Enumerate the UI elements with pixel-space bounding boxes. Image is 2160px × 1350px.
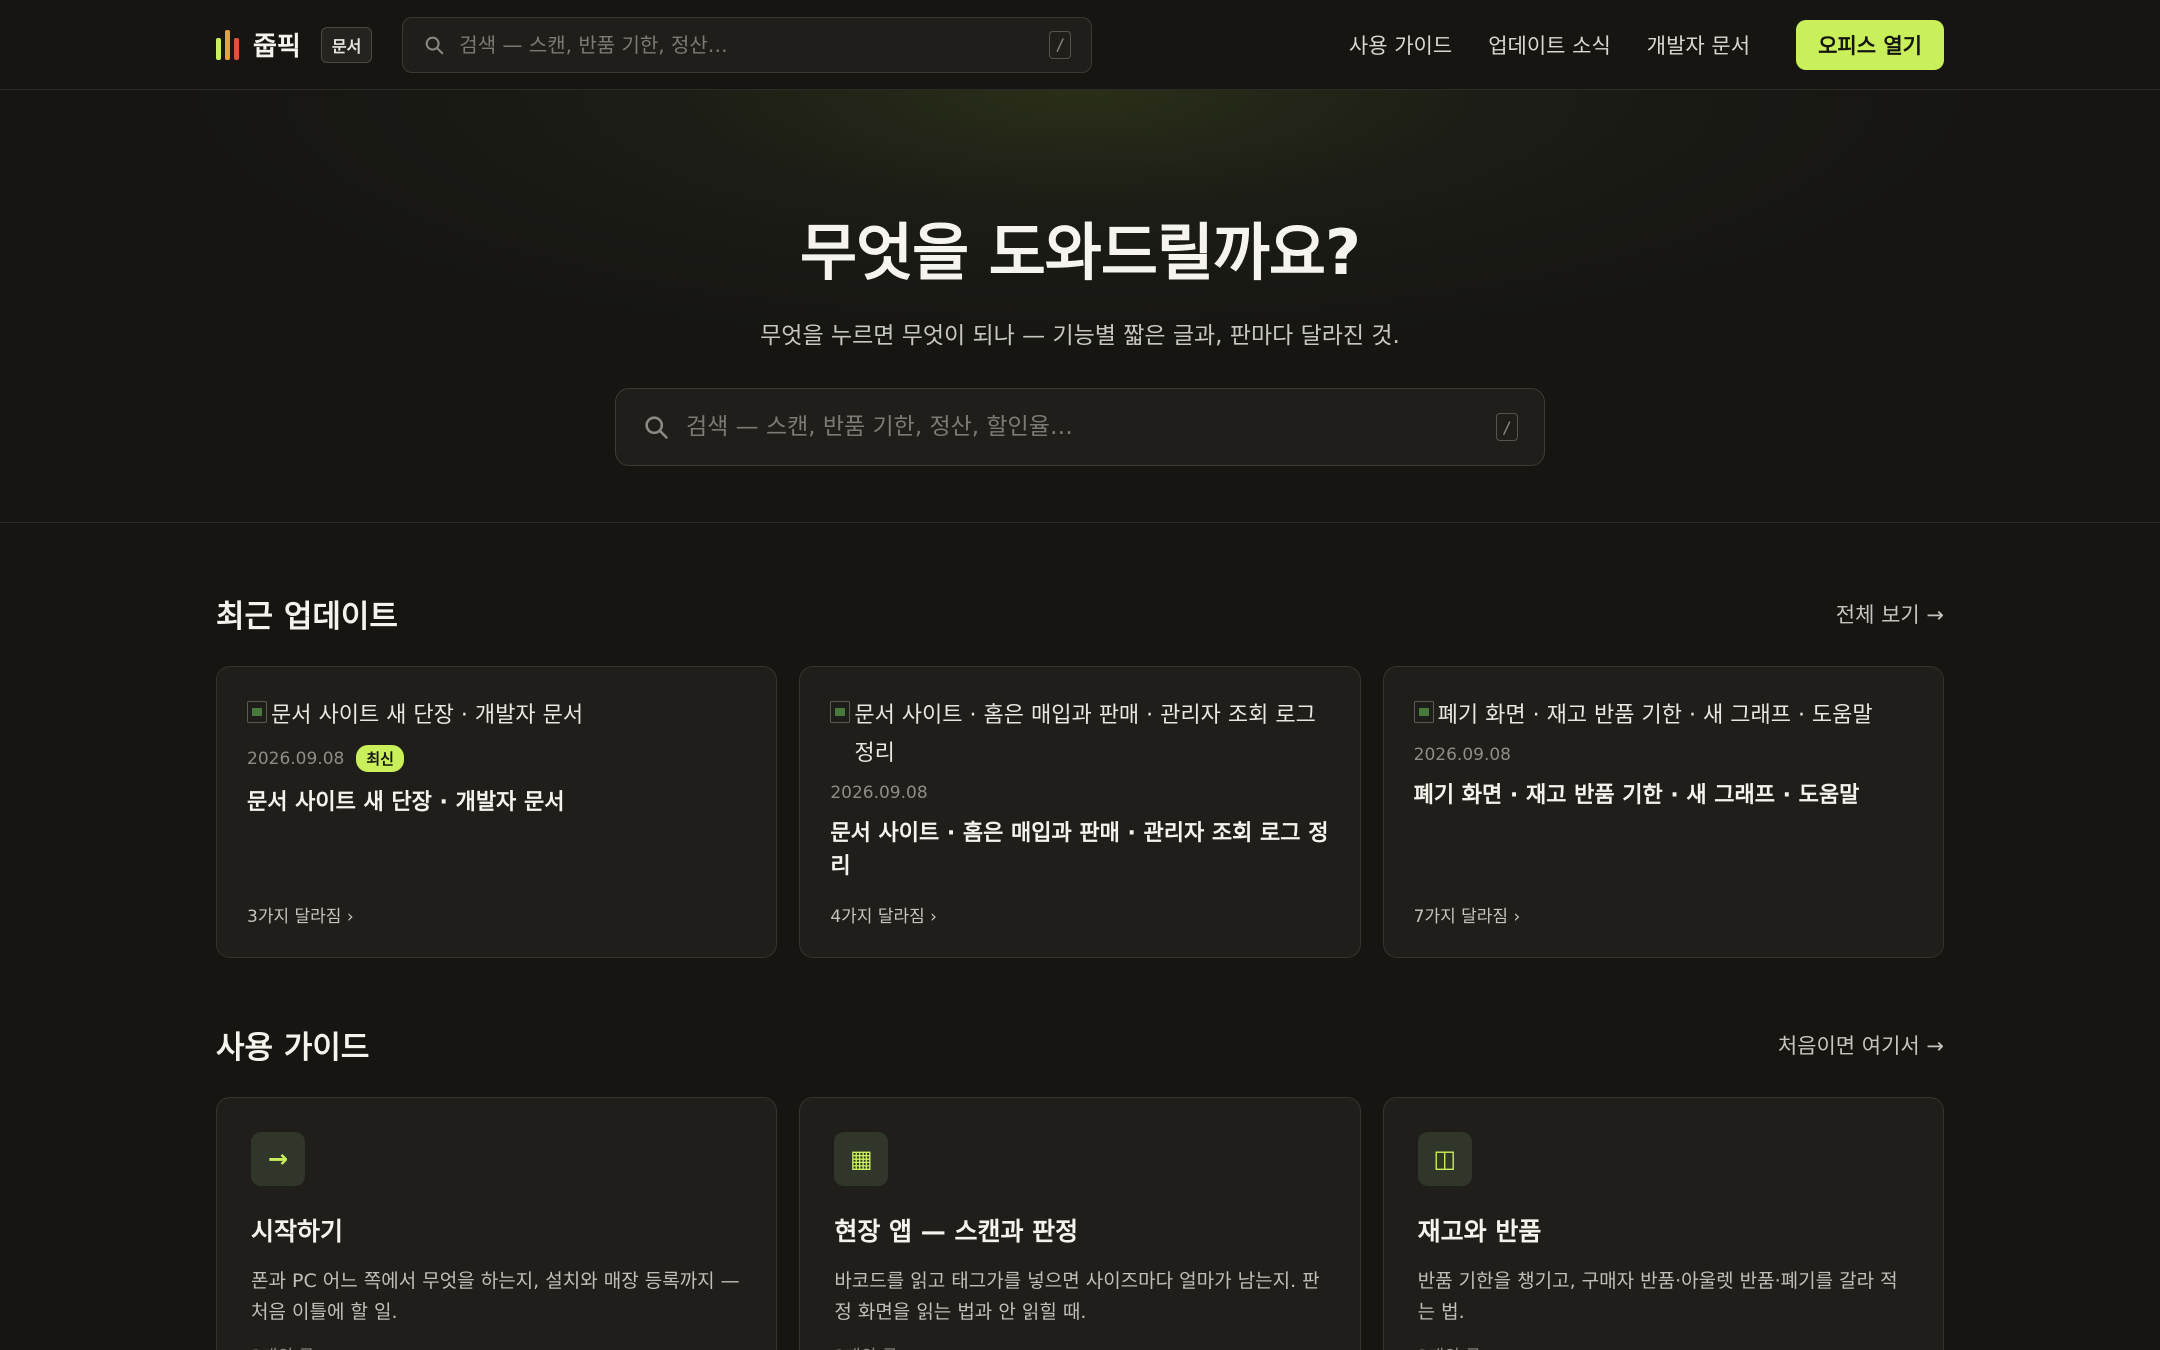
broken-image-icon xyxy=(830,701,851,723)
changes-count-link[interactable]: 7가지 달라짐 › xyxy=(1414,902,1913,927)
nav-link-updates[interactable]: 업데이트 소식 xyxy=(1488,30,1611,60)
guide-card-getting-started[interactable]: → 시작하기 폰과 PC 어느 쪽에서 무엇을 하는지, 설치와 매장 등록까지… xyxy=(216,1097,778,1350)
broken-image: 문서 사이트 · 홈은 매입과 판매 · 관리자 조회 로그 정리 xyxy=(830,697,1329,773)
recent-updates-section: 최근 업데이트 전체 보기 → 문서 사이트 새 단장 · 개발자 문서 202… xyxy=(0,591,2160,958)
image-alt-text: 폐기 화면 · 재고 반품 기한 · 새 그래프 · 도움말 xyxy=(1437,703,1873,728)
top-navigation-bar: 줍픽 문서 / 사용 가이드 업데이트 소식 개발자 문서 오피스 열기 xyxy=(0,0,2160,90)
update-date: 2026.09.08 xyxy=(1413,745,1511,765)
guide-title: 시작하기 xyxy=(251,1217,344,1246)
open-office-button[interactable]: 오피스 열기 xyxy=(1796,19,1944,70)
guide-article-count: 3개의 글 xyxy=(834,1342,1325,1350)
columns-icon: ◫ xyxy=(1417,1132,1472,1186)
hero-search-box[interactable]: / xyxy=(615,388,1545,466)
logo-bar xyxy=(234,37,239,60)
guide-description: 반품 기한을 챙기고, 구매자 반품·아울렛 반품·폐기를 갈라 적는 법. xyxy=(1417,1270,1898,1323)
update-meta: 2026.09.08 xyxy=(830,783,1329,803)
hero-title: 무엇을 도와드릴까요? xyxy=(800,216,1361,289)
brand-name: 줍픽 xyxy=(253,32,301,62)
guide-title: 재고와 반품 xyxy=(1417,1217,1542,1246)
search-icon xyxy=(425,36,444,54)
update-card[interactable]: 폐기 화면 · 재고 반품 기한 · 새 그래프 · 도움말 2026.09.0… xyxy=(1382,666,1944,958)
view-all-updates-link[interactable]: 전체 보기 → xyxy=(1836,599,1944,629)
guide-card-inventory-returns[interactable]: ◫ 재고와 반품 반품 기한을 챙기고, 구매자 반품·아울렛 반품·폐기를 갈… xyxy=(1382,1097,1944,1350)
logo-bar xyxy=(225,29,230,60)
broken-image: 폐기 화면 · 재고 반품 기한 · 새 그래프 · 도움말 xyxy=(1413,697,1913,735)
guides-grid: → 시작하기 폰과 PC 어느 쪽에서 무엇을 하는지, 설치와 매장 등록까지… xyxy=(216,1097,1944,1350)
changes-count-link[interactable]: 3가지 달라짐 › xyxy=(247,902,746,927)
nav-link-user-guide[interactable]: 사용 가이드 xyxy=(1349,30,1452,60)
header-search-input[interactable] xyxy=(459,32,1036,57)
image-alt-text: 문서 사이트 새 단장 · 개발자 문서 xyxy=(271,703,584,728)
update-meta: 2026.09.08 xyxy=(1414,745,1913,765)
search-shortcut-key: / xyxy=(1496,413,1518,441)
guide-article-count: 3개의 글 xyxy=(251,1342,742,1350)
section-title: 사용 가이드 xyxy=(216,1030,370,1066)
updates-grid: 문서 사이트 새 단장 · 개발자 문서 2026.09.08 최신 문서 사이… xyxy=(216,666,1944,958)
search-shortcut-key: / xyxy=(1049,30,1072,59)
hero-search-input[interactable] xyxy=(686,414,1480,440)
hero-subtitle: 무엇을 누르면 무엇이 되나 — 기능별 짧은 글과, 판마다 달라진 것. xyxy=(760,323,1400,349)
docs-badge: 문서 xyxy=(320,26,373,63)
update-title: 폐기 화면 · 재고 반품 기한 · 새 그래프 · 도움말 xyxy=(1413,783,1860,808)
section-title: 최근 업데이트 xyxy=(216,599,398,635)
start-here-link[interactable]: 처음이면 여기서 → xyxy=(1778,1030,1944,1060)
guide-description: 바코드를 읽고 태그가를 넣으면 사이즈마다 얼마가 남는지. 판정 화면을 읽… xyxy=(834,1270,1320,1323)
logo-bar xyxy=(216,37,221,60)
header-search-box[interactable]: / xyxy=(402,16,1093,73)
update-card[interactable]: 문서 사이트 새 단장 · 개발자 문서 2026.09.08 최신 문서 사이… xyxy=(216,666,778,958)
image-alt-text: 문서 사이트 · 홈은 매입과 판매 · 관리자 조회 로그 정리 xyxy=(854,703,1316,766)
hero-section: 무엇을 도와드릴까요? 무엇을 누르면 무엇이 되나 — 기능별 짧은 글과, … xyxy=(0,90,2160,523)
update-card[interactable]: 문서 사이트 · 홈은 매입과 판매 · 관리자 조회 로그 정리 2026.0… xyxy=(799,666,1361,958)
changes-count-link[interactable]: 4가지 달라짐 › xyxy=(830,902,1329,927)
broken-image-icon xyxy=(247,701,267,723)
update-date: 2026.09.08 xyxy=(830,783,928,803)
arrow-right-icon: → xyxy=(251,1132,305,1186)
update-title: 문서 사이트 · 홈은 매입과 판매 · 관리자 조회 로그 정리 xyxy=(830,821,1329,879)
section-header: 사용 가이드 처음이면 여기서 → xyxy=(216,1022,1944,1067)
search-icon xyxy=(645,416,668,439)
update-date: 2026.09.08 xyxy=(247,748,345,769)
broken-image-icon xyxy=(1413,701,1434,723)
user-guide-section: 사용 가이드 처음이면 여기서 → → 시작하기 폰과 PC 어느 쪽에서 무엇… xyxy=(0,1022,2160,1350)
broken-image: 문서 사이트 새 단장 · 개발자 문서 xyxy=(247,697,746,735)
logo-bars-icon xyxy=(216,29,239,60)
update-title: 문서 사이트 새 단장 · 개발자 문서 xyxy=(247,790,565,815)
grid-icon: ▦ xyxy=(834,1132,889,1186)
latest-badge: 최신 xyxy=(356,745,404,772)
brand[interactable]: 줍픽 문서 xyxy=(216,26,373,63)
guide-article-count: 3개의 글 xyxy=(1418,1342,1909,1350)
guide-title: 현장 앱 — 스캔과 판정 xyxy=(834,1217,1079,1246)
update-meta: 2026.09.08 최신 xyxy=(247,745,746,772)
guide-card-field-app[interactable]: ▦ 현장 앱 — 스캔과 판정 바코드를 읽고 태그가를 넣으면 사이즈마다 얼… xyxy=(799,1097,1361,1350)
nav-link-developer-docs[interactable]: 개발자 문서 xyxy=(1647,30,1750,60)
guide-description: 폰과 PC 어느 쪽에서 무엇을 하는지, 설치와 매장 등록까지 — 처음 이… xyxy=(251,1270,740,1323)
main-nav: 사용 가이드 업데이트 소식 개발자 문서 오피스 열기 xyxy=(1349,19,1944,70)
section-header: 최근 업데이트 전체 보기 → xyxy=(216,591,1944,636)
